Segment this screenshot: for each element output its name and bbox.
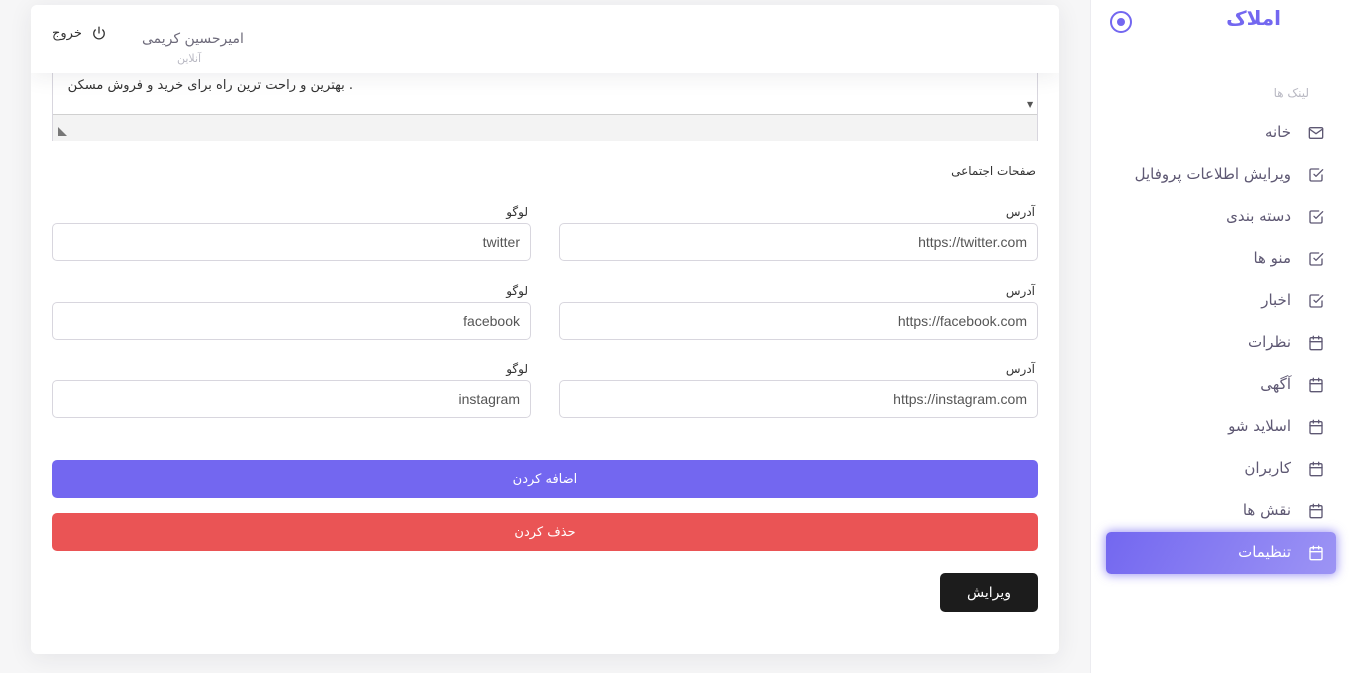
delete-button[interactable]: حذف کردن [52,513,1038,551]
sidebar-item-label: ویرایش اطلاعات پروفایل [1134,165,1291,183]
nav-section-label: لینک ها [1273,86,1309,100]
check-square-icon [1309,252,1324,266]
calendar-icon [1309,503,1323,519]
calendar-icon [1309,545,1323,561]
power-icon [93,26,105,40]
user-status: آنلاین [177,52,202,65]
topbar: خروج امیرحسین کریمی آنلاین [31,5,1059,73]
sidebar-item-label: منو ها [1253,249,1291,267]
scroll-down-icon[interactable]: ▼ [1027,100,1035,110]
sidebar-item-comments[interactable]: نظرات [1091,322,1352,364]
address-label: آدرس [1005,362,1035,376]
address-label: آدرس [1005,205,1035,219]
sidebar: املاک لینک ها خانه ویرایش اطلاعات پروفای… [1090,0,1352,673]
facebook-logo-input[interactable] [53,303,530,339]
logo-label: لوگو [506,362,528,376]
check-square-icon [1309,294,1324,308]
calendar-icon [1309,461,1323,477]
instagram-logo-input[interactable] [53,381,530,417]
sidebar-item-label: نظرات [1247,333,1291,351]
logo-field[interactable] [52,302,531,340]
logo-field[interactable] [52,380,531,418]
check-square-icon [1309,210,1324,224]
facebook-address-input[interactable] [560,303,1037,339]
twitter-address-input[interactable] [560,224,1037,260]
logo-label: لوگو [506,284,528,298]
sidebar-item-home[interactable]: خانه [1091,112,1352,154]
calendar-icon [1309,335,1323,351]
twitter-logo-input[interactable] [53,224,530,260]
calendar-icon [1309,377,1323,393]
sidebar-brand: املاک [1091,0,1352,44]
sidebar-item-label: تنظیمات [1238,543,1291,561]
check-square-icon [1309,168,1324,182]
sidebar-item-settings[interactable]: تنظیمات [1091,532,1352,574]
instagram-address-input[interactable] [560,381,1037,417]
calendar-icon [1309,419,1323,435]
edit-button[interactable]: ویرایش [940,573,1038,612]
sidebar-item-ads[interactable]: آگهی [1091,364,1352,406]
social-section-title: صفحات اجتماعی [951,164,1036,178]
address-field[interactable] [559,380,1038,418]
address-field[interactable] [559,223,1038,261]
mail-icon [1308,127,1324,139]
address-label: آدرس [1005,284,1035,298]
address-field[interactable] [559,302,1038,340]
sidebar-item-slideshow[interactable]: اسلاید شو [1091,406,1352,448]
logout-label: خروج [52,26,82,41]
sidebar-item-news[interactable]: اخبار [1091,280,1352,322]
sidebar-item-label: آگهی [1260,375,1291,393]
sidebar-item-label: اخبار [1261,291,1291,309]
settings-card: خروج امیرحسین کریمی آنلاین بهترین و راحت… [31,5,1059,654]
nav-list: خانه ویرایش اطلاعات پروفایل دسته بندی من… [1091,112,1352,574]
logo-label: لوگو [506,205,528,219]
sidebar-item-menus[interactable]: منو ها [1091,238,1352,280]
sidebar-item-categories[interactable]: دسته بندی [1091,196,1352,238]
sidebar-item-roles[interactable]: نقش ها [1091,490,1352,532]
user-name: امیرحسین کریمی [142,31,244,47]
brand-title: املاک [1226,6,1281,30]
page: املاک لینک ها خانه ویرایش اطلاعات پروفای… [0,0,1352,673]
editor-statusbar [53,114,1037,141]
sidebar-item-label: خانه [1264,123,1291,141]
sidebar-item-users[interactable]: کاربران [1091,448,1352,490]
sidebar-item-label: نقش ها [1242,501,1291,519]
resize-handle-icon[interactable] [58,127,67,136]
logo-field[interactable] [52,223,531,261]
sidebar-toggle-icon[interactable] [1110,11,1132,33]
sidebar-item-label: اسلاید شو [1228,417,1291,435]
sidebar-item-label: دسته بندی [1226,207,1291,225]
sidebar-item-edit-profile[interactable]: ویرایش اطلاعات پروفایل [1091,154,1352,196]
description-text: بهترین و راحت ترین راه برای خرید و فروش … [67,78,353,93]
sidebar-item-label: کاربران [1244,459,1291,477]
add-button[interactable]: اضافه کردن [52,460,1038,498]
active-highlight [1106,532,1336,574]
